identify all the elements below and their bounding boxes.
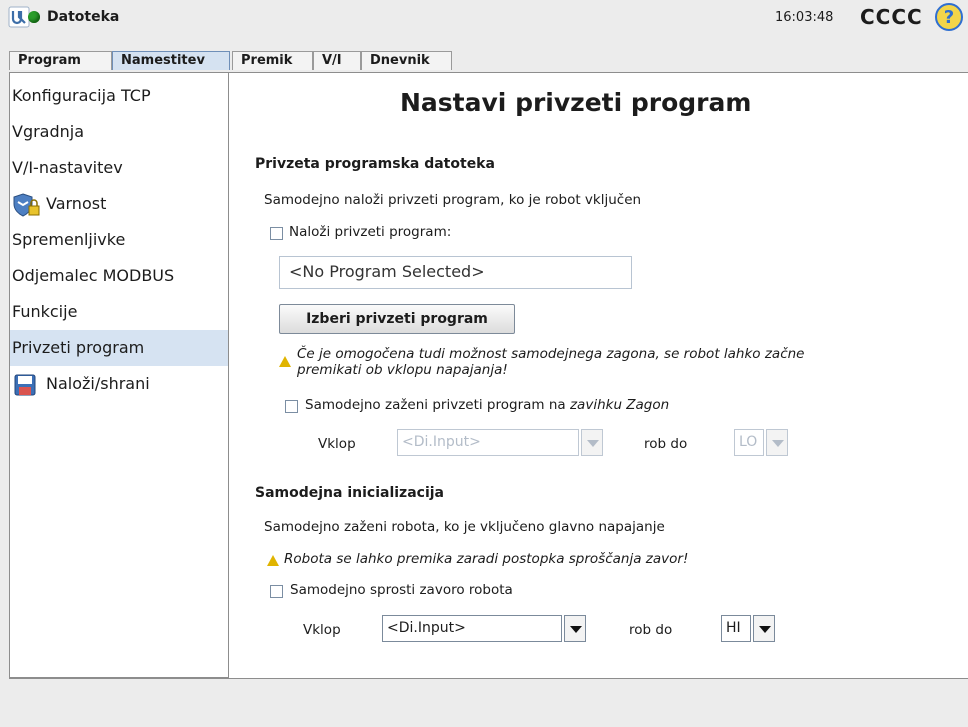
autostart-edge-select[interactable]: LO — [734, 429, 764, 456]
tab-dnevnik[interactable]: Dnevnik — [361, 51, 452, 70]
program-path-field: <No Program Selected> — [279, 256, 632, 289]
floppy-disk-icon — [14, 374, 36, 396]
autostart-label-tab: zavihku Zagon — [569, 397, 670, 413]
sidebar-item-funkcije[interactable]: Funkcije — [10, 294, 228, 330]
sidebar: Konfiguracija TCP Vgradnja V/I-nastavite… — [9, 72, 229, 678]
page-title: Nastavi privzeti program — [400, 88, 752, 117]
sidebar-item-label: Naloži/shrani — [46, 374, 150, 393]
tab-vi[interactable]: V/I — [313, 51, 361, 70]
vklop-label: Vklop — [303, 622, 341, 638]
clock-time: 16:03:48 — [775, 10, 834, 25]
safety-shield-icon — [13, 193, 40, 217]
autostart-checkbox[interactable] — [285, 400, 298, 413]
load-default-program-checkbox[interactable] — [270, 227, 283, 240]
vklop-label: Vklop — [318, 436, 356, 452]
release-brake-checkbox[interactable] — [270, 585, 283, 598]
autoinit-description: Samodejno zaženi robota, ko je vključeno… — [264, 519, 665, 535]
status-green-icon — [28, 11, 40, 23]
svg-text:?: ? — [944, 7, 954, 28]
sidebar-item-label: Varnost — [46, 194, 107, 213]
select-default-program-button[interactable]: Izberi privzeti program — [279, 304, 515, 334]
chevron-down-icon — [587, 440, 599, 447]
app-title[interactable]: Datoteka — [47, 9, 119, 25]
autostart-warning: Če je omogočena tudi možnost samodejnega… — [297, 346, 805, 378]
robot-name: CCCC — [860, 5, 923, 29]
sidebar-item-privzeti-program[interactable]: Privzeti program — [10, 330, 228, 366]
chevron-down-icon — [772, 440, 784, 447]
tab-premik[interactable]: Premik — [232, 51, 313, 70]
sidebar-item-varnost[interactable]: Varnost — [10, 186, 228, 222]
sidebar-item-spremenljivke[interactable]: Spremenljivke — [10, 222, 228, 258]
autostart-input-select[interactable]: <Di.Input> — [397, 429, 579, 456]
tab-namestitev[interactable]: Namestitev — [112, 51, 230, 70]
autostart-label-text: Samodejno zaženi privzeti program na — [305, 397, 570, 413]
sidebar-item-nalozi-shrani[interactable]: Naloži/shrani — [10, 366, 228, 402]
bottom-separator — [9, 678, 968, 679]
warning-line-1: Če je omogočena tudi možnost samodejnega… — [297, 346, 805, 362]
title-bar: Datoteka 16:03:48 CCCC ? — [0, 0, 968, 34]
warning-icon — [267, 555, 279, 566]
autostart-label: Samodejno zaženi privzeti program na zav… — [305, 397, 669, 413]
ur-logo-icon — [8, 6, 30, 28]
tab-program[interactable]: Program — [9, 51, 112, 70]
load-default-program-label: Naloži privzeti program: — [289, 224, 452, 240]
warning-icon — [279, 356, 291, 367]
section-heading-default-file: Privzeta programska datoteka — [255, 156, 495, 172]
warning-line-2: premikati ob vklopu napajanja! — [297, 362, 508, 378]
sidebar-item-vi-nastavitev[interactable]: V/I-nastavitev — [10, 150, 228, 186]
autoinit-edge-dropdown[interactable] — [753, 615, 775, 642]
autostart-input-dropdown[interactable] — [581, 429, 603, 456]
chevron-down-icon — [759, 626, 771, 633]
help-icon[interactable]: ? — [934, 2, 964, 32]
chevron-down-icon — [570, 626, 582, 633]
sidebar-item-konfiguracija-tcp[interactable]: Konfiguracija TCP — [10, 78, 228, 114]
autoload-description: Samodejno naloži privzeti program, ko je… — [264, 192, 642, 208]
release-brake-label: Samodejno sprosti zavoro robota — [290, 582, 513, 598]
section-heading-auto-init: Samodejna inicializacija — [255, 485, 444, 501]
autoinit-input-select[interactable]: <Di.Input> — [382, 615, 562, 642]
autostart-edge-dropdown[interactable] — [766, 429, 788, 456]
edge-label: rob do — [629, 622, 673, 638]
brake-warning: Robota se lahko premika zaradi postopka … — [284, 551, 689, 567]
sidebar-item-vgradnja[interactable]: Vgradnja — [10, 114, 228, 150]
sidebar-item-odjemalec-modbus[interactable]: Odjemalec MODBUS — [10, 258, 228, 294]
autoinit-input-dropdown[interactable] — [564, 615, 586, 642]
autoinit-edge-select[interactable]: HI — [721, 615, 751, 642]
edge-label: rob do — [644, 436, 688, 452]
